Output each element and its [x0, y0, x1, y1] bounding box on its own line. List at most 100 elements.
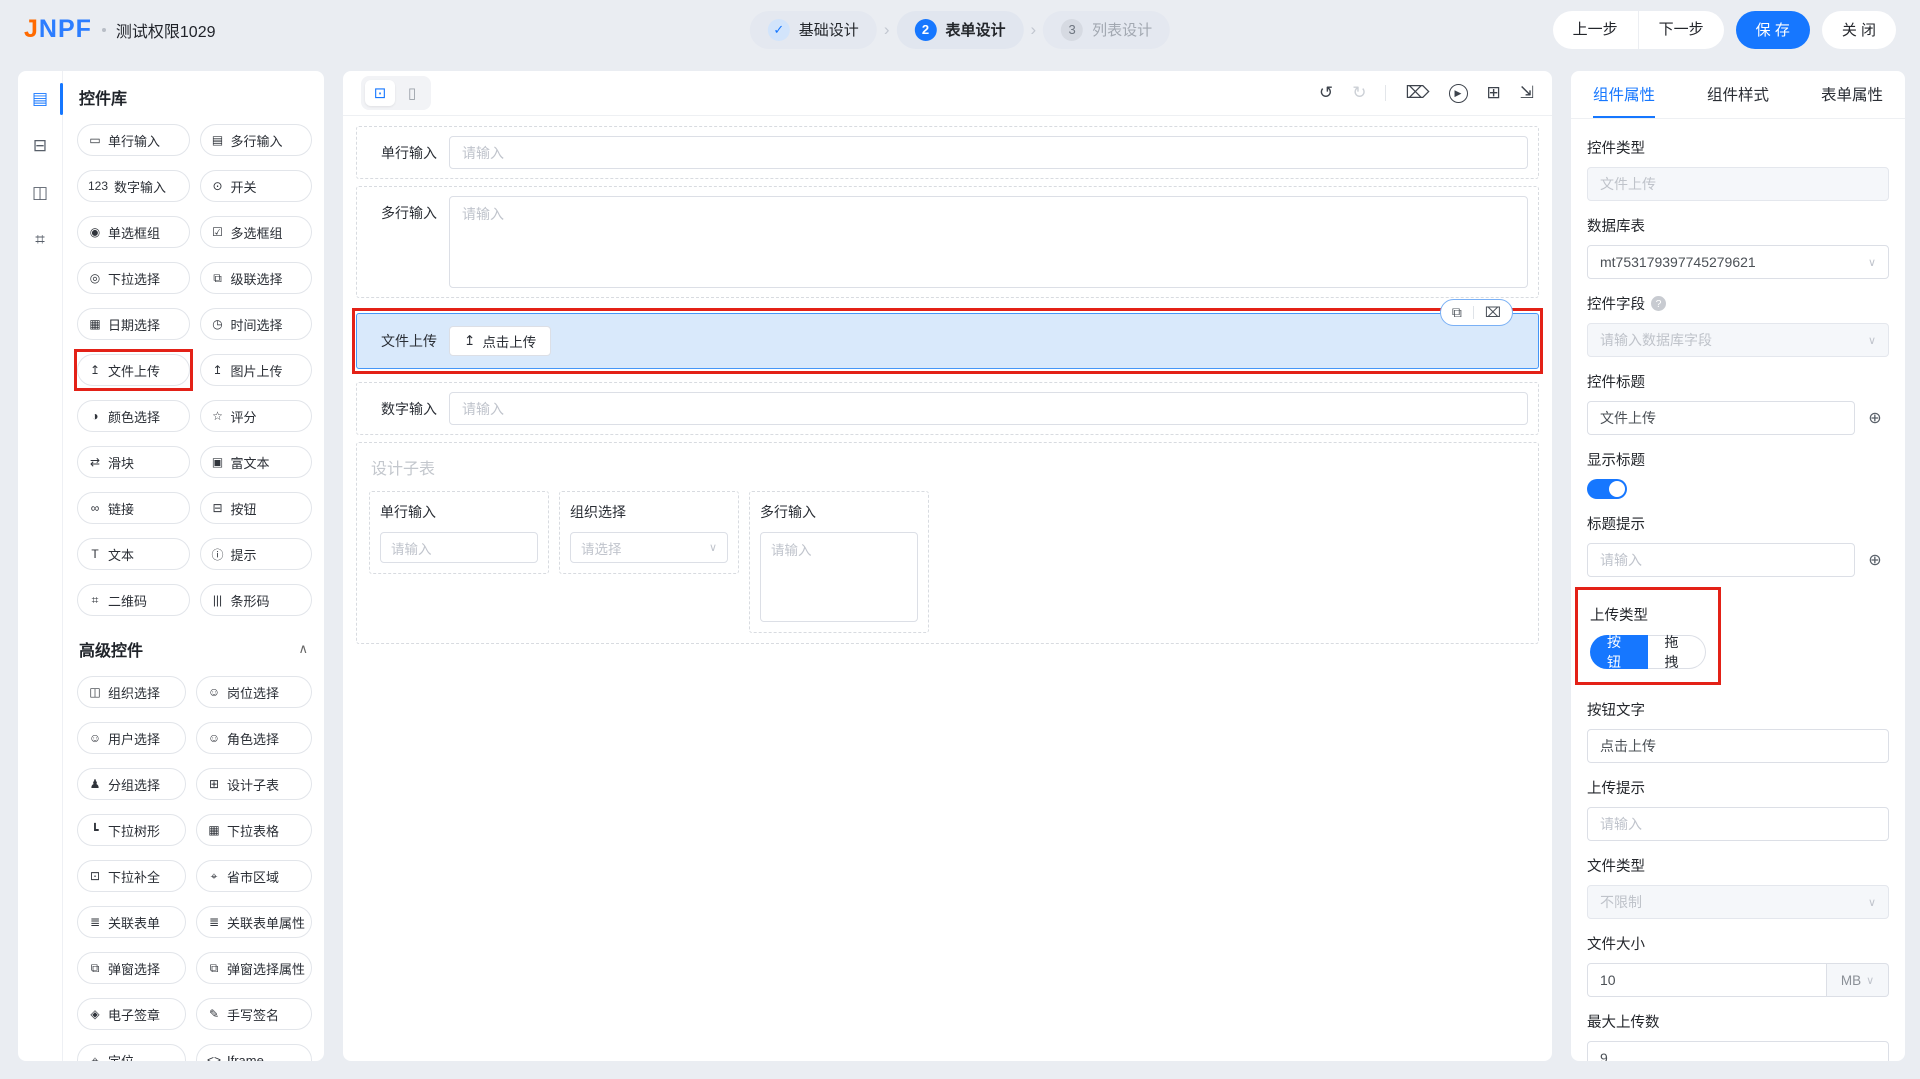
component-item[interactable]: ⊟ 按钮: [200, 492, 313, 524]
component-item[interactable]: ☺ 角色选择: [196, 722, 312, 754]
component-item[interactable]: ◷ 时间选择: [200, 308, 313, 340]
component-item[interactable]: <> Iframe: [196, 1044, 312, 1061]
file-size-unit-select[interactable]: MB ∨: [1827, 963, 1889, 997]
file-size-input[interactable]: [1587, 963, 1827, 997]
ocr-icon[interactable]: ⌗: [28, 228, 52, 252]
subtable-single-line-input[interactable]: 请输入: [380, 532, 538, 563]
globe-icon[interactable]: ⊕: [1861, 545, 1889, 575]
form-design-icon[interactable]: ▤: [28, 87, 52, 111]
field-single-line-input[interactable]: 单行输入 请输入: [356, 126, 1539, 179]
component-item[interactable]: ┗ 下拉树形: [77, 814, 186, 846]
placeholder-text: 请选择: [581, 538, 622, 558]
component-item[interactable]: ☆ 评分: [200, 400, 313, 432]
component-icon: ⌗: [88, 593, 102, 608]
desktop-view-icon[interactable]: ⊡: [365, 80, 395, 106]
db-table-select[interactable]: mt753179397745279621 ∨: [1587, 245, 1889, 279]
field-file-upload-selected[interactable]: 文件上传 ↥ 点击上传: [356, 313, 1539, 369]
component-item[interactable]: ▣ 富文本: [200, 446, 313, 478]
component-item[interactable]: ▦ 日期选择: [77, 308, 190, 340]
next-step-button[interactable]: 下一步: [1639, 11, 1724, 49]
form-canvas: ⊡ ▯ ↺ ↻ ⌦ ▶ ⊞ ⇲ 单行输入 请输入: [343, 71, 1552, 1061]
prev-step-button[interactable]: 上一步: [1553, 11, 1639, 49]
component-item[interactable]: ☺ 岗位选择: [196, 676, 312, 708]
component-item[interactable]: ⧉ 级联选择: [200, 262, 313, 294]
field-number-input[interactable]: 数字输入 请输入: [356, 382, 1539, 435]
component-item[interactable]: ≣ 关联表单属性: [196, 906, 312, 938]
subtable-multi-line-textarea[interactable]: 请输入: [760, 532, 918, 622]
component-item[interactable]: ⌖ 省市区域: [196, 860, 312, 892]
component-icon: ◷: [211, 317, 225, 331]
component-item[interactable]: ∞ 链接: [77, 492, 190, 524]
close-button[interactable]: 关 闭: [1822, 11, 1896, 49]
subtable-col-multi-line[interactable]: 多行输入 请输入: [749, 491, 929, 633]
save-button[interactable]: 保 存: [1736, 11, 1810, 49]
component-item[interactable]: ☺ 用户选择: [77, 722, 186, 754]
number-input[interactable]: 请输入: [449, 392, 1528, 425]
tab-form-props[interactable]: 表单属性: [1821, 71, 1883, 118]
mobile-view-icon[interactable]: ▯: [397, 80, 427, 106]
component-item[interactable]: ✎ 手写签名: [196, 998, 312, 1030]
step-form-design[interactable]: 2 表单设计: [896, 11, 1023, 49]
collapse-icon[interactable]: ∧: [298, 641, 308, 657]
advanced-section-header: 高级控件 ∧: [79, 637, 308, 661]
upload-tip-input[interactable]: [1587, 807, 1889, 841]
component-item[interactable]: ↥ 图片上传: [200, 354, 313, 386]
component-item[interactable]: ▭ 单行输入: [77, 124, 190, 156]
component-item[interactable]: ◈ 电子签章: [77, 998, 186, 1030]
component-item[interactable]: ⌗ 二维码: [77, 584, 190, 616]
step-list-design[interactable]: 3 列表设计: [1043, 11, 1170, 49]
undo-icon[interactable]: ↺: [1319, 83, 1333, 103]
canvas-toolbar: ⊡ ▯ ↺ ↻ ⌦ ▶ ⊞ ⇲: [343, 71, 1552, 116]
component-item[interactable]: ⌖ 定位: [77, 1044, 186, 1061]
redo-icon[interactable]: ↻: [1352, 83, 1366, 103]
max-count-input[interactable]: [1587, 1041, 1889, 1061]
form-template-icon[interactable]: ⊞: [1487, 83, 1501, 103]
field-multi-line-input[interactable]: 多行输入 请输入: [356, 186, 1539, 298]
upload-type-button-option[interactable]: 按钮: [1590, 635, 1648, 669]
component-item[interactable]: 123 数字输入: [77, 170, 190, 202]
component-item[interactable]: ◎ 下拉选择: [77, 262, 190, 294]
component-item[interactable]: ↥ 文件上传: [77, 354, 190, 386]
component-item[interactable]: ≣ 关联表单: [77, 906, 186, 938]
component-item[interactable]: T 文本: [77, 538, 190, 570]
copy-icon[interactable]: ⧉: [1452, 304, 1462, 321]
component-item[interactable]: ♟ 分组选择: [77, 768, 186, 800]
field-design-subtable[interactable]: 设计子表 单行输入 请输入 组织选择 请选择 ∨: [356, 442, 1539, 644]
multi-line-textarea[interactable]: 请输入: [449, 196, 1528, 288]
globe-icon[interactable]: ⊕: [1861, 403, 1889, 433]
control-title-input[interactable]: [1587, 401, 1855, 435]
title-tip-input[interactable]: [1587, 543, 1855, 577]
field-list-icon[interactable]: ⊟: [28, 134, 52, 158]
component-item[interactable]: ⇄ 滑块: [77, 446, 190, 478]
component-item[interactable]: ▦ 下拉表格: [196, 814, 312, 846]
component-item[interactable]: ⊡ 下拉补全: [77, 860, 186, 892]
subtable-col-single-line[interactable]: 单行输入 请输入: [369, 491, 549, 574]
component-item[interactable]: ⊙ 开关: [200, 170, 313, 202]
component-item[interactable]: ◉ 单选框组: [77, 216, 190, 248]
single-line-input[interactable]: 请输入: [449, 136, 1528, 169]
preview-icon[interactable]: ▶: [1449, 84, 1468, 103]
help-icon[interactable]: ?: [1651, 296, 1666, 311]
component-item[interactable]: ⊞ 设计子表: [196, 768, 312, 800]
component-item[interactable]: ▤ 多行输入: [200, 124, 313, 156]
component-item[interactable]: ||| 条形码: [200, 584, 313, 616]
component-item[interactable]: ⧉ 弹窗选择属性: [196, 952, 312, 984]
upload-type-drag-option[interactable]: 拖拽: [1648, 635, 1707, 669]
step-basic-design[interactable]: ✓ 基础设计: [750, 11, 877, 49]
component-item[interactable]: ⓘ 提示: [200, 538, 313, 570]
component-item[interactable]: ☑ 多选框组: [200, 216, 313, 248]
subtable-org-select[interactable]: 请选择 ∨: [570, 532, 728, 563]
click-upload-button[interactable]: ↥ 点击上传: [449, 326, 551, 356]
delete-icon[interactable]: ⌧: [1485, 304, 1501, 321]
subtable-col-org-select[interactable]: 组织选择 请选择 ∨: [559, 491, 739, 574]
show-title-toggle[interactable]: [1587, 479, 1627, 499]
component-item[interactable]: ◫ 组织选择: [77, 676, 186, 708]
component-item[interactable]: ◑ 颜色选择: [77, 400, 190, 432]
tab-component-props[interactable]: 组件属性: [1593, 71, 1655, 118]
clear-canvas-icon[interactable]: ⌦: [1405, 83, 1429, 103]
tab-component-style[interactable]: 组件样式: [1707, 71, 1769, 118]
button-text-input[interactable]: [1587, 729, 1889, 763]
component-item[interactable]: ⧉ 弹窗选择: [77, 952, 186, 984]
layout-icon[interactable]: ◫: [28, 181, 52, 205]
save-form-icon[interactable]: ⇲: [1520, 83, 1534, 103]
